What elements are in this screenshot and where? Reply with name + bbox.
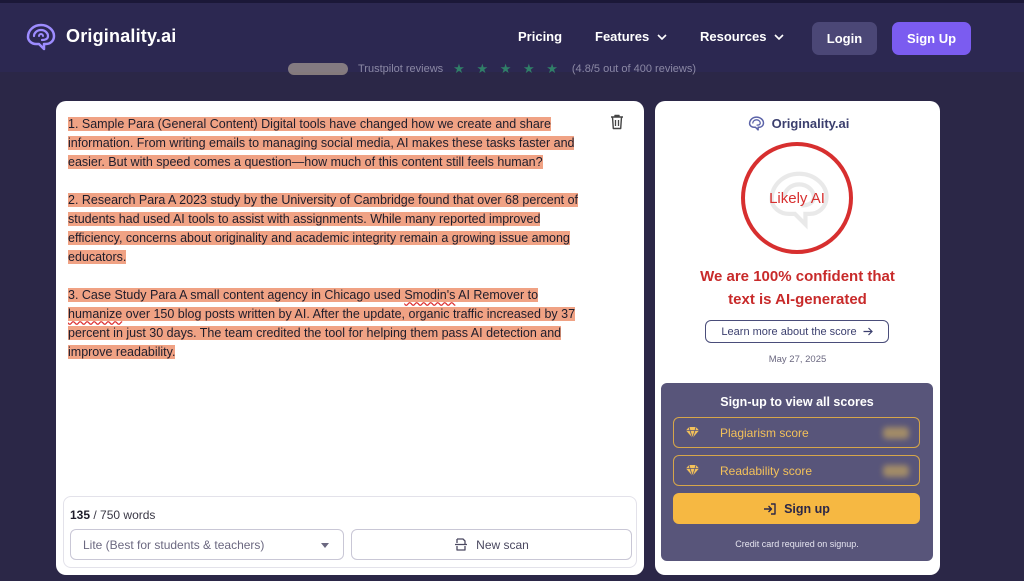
nav-resources-label: Resources: [700, 29, 767, 44]
upsell-signup-label: Sign up: [784, 501, 830, 516]
new-scan-label: New scan: [476, 537, 529, 552]
ai-highlight: 2. Research Para A 2023 study by the Uni…: [68, 193, 579, 264]
model-select[interactable]: Lite (Best for students & teachers): [70, 529, 344, 560]
trustpilot-label: Trustpilot reviews: [358, 63, 444, 75]
nav-pricing[interactable]: Pricing: [518, 29, 562, 44]
diamond-icon: [686, 464, 699, 477]
brand-logo[interactable]: Originality.ai: [22, 21, 177, 51]
reviewer-avatars: [288, 63, 348, 75]
plagiarism-score-row[interactable]: Plagiarism score: [673, 417, 920, 448]
plagiarism-score-label: Plagiarism score: [720, 425, 809, 440]
signup-button[interactable]: Sign Up: [892, 22, 971, 55]
paragraph: 1. Sample Para (General Content) Digital…: [68, 115, 580, 172]
learn-more-label: Learn more about the score: [721, 325, 857, 338]
ai-highlight: 3. Case Study Para A small content agenc…: [68, 288, 576, 359]
rating-stars-icon: ★ ★ ★ ★ ★: [453, 61, 562, 76]
nav-features[interactable]: Features: [595, 29, 667, 44]
chevron-down-icon: [774, 33, 785, 40]
signup-upsell-box: Sign-up to view all scores Plagiarism sc…: [661, 383, 933, 561]
model-select-value: Lite (Best for students & teachers): [83, 537, 265, 552]
blurred-score: [883, 465, 909, 477]
scan-date: May 27, 2025: [768, 354, 827, 365]
login-button[interactable]: Login: [812, 22, 877, 55]
text-input-area[interactable]: 1. Sample Para (General Content) Digital…: [68, 115, 580, 381]
word-count-limit: / 750 words: [93, 508, 156, 522]
brain-logo-icon: [26, 23, 56, 51]
readability-score-row[interactable]: Readability score: [673, 455, 920, 486]
arrow-right-icon: [863, 327, 873, 336]
word-count: 135 / 750 words: [70, 508, 155, 522]
text-segment: 3. Case Study Para A small content agenc…: [68, 288, 405, 302]
result-brand: Originality.ai: [655, 115, 940, 131]
learn-more-button[interactable]: Learn more about the score: [705, 320, 889, 343]
ai-highlight: 1. Sample Para (General Content) Digital…: [68, 117, 575, 169]
trustpilot-strip: Trustpilot reviews ★ ★ ★ ★ ★ (4.8/5 out …: [288, 60, 696, 78]
upsell-title: Sign-up to view all scores: [720, 395, 874, 409]
text-segment: AI Remover to: [455, 288, 539, 302]
nav-features-label: Features: [595, 29, 650, 44]
text-editor-panel: 1. Sample Para (General Content) Digital…: [56, 101, 644, 575]
ai-score-ring: Likely AI: [741, 142, 853, 254]
confidence-line-2: text is AI-generated: [728, 291, 867, 308]
word-count-value: 135: [70, 508, 91, 522]
brand-name: Originality.ai: [66, 25, 177, 46]
editor-footer: 135 / 750 words Lite (Best for students …: [63, 496, 637, 568]
text-segment: over 150 blog posts written by AI. After…: [68, 307, 576, 359]
confidence-text: We are 100% confident that text is AI-ge…: [655, 265, 940, 311]
score-label: Likely AI: [769, 189, 825, 207]
nav-pricing-label: Pricing: [518, 29, 563, 44]
upsell-signup-button[interactable]: Sign up: [673, 493, 920, 524]
brain-logo-icon: [748, 116, 764, 131]
trash-icon[interactable]: [610, 114, 624, 130]
result-panel: Originality.ai Likely AI We are 100% con…: [655, 101, 940, 575]
scan-icon: [455, 538, 468, 551]
diamond-icon: [686, 426, 699, 439]
blurred-score: [883, 427, 909, 439]
confidence-line-1: We are 100% confident that: [700, 268, 895, 285]
chevron-down-icon: [657, 33, 667, 40]
trustpilot-rating: (4.8/5 out of 400 reviews): [571, 63, 697, 75]
nav-resources[interactable]: Resources: [700, 29, 785, 44]
spellcheck-word: humanize: [68, 307, 123, 321]
login-arrow-icon: [764, 502, 776, 515]
new-scan-button[interactable]: New scan: [351, 529, 632, 560]
paragraph: 2. Research Para A 2023 study by the Uni…: [68, 191, 580, 267]
credit-card-note: Credit card required on signup.: [735, 539, 859, 549]
spellcheck-word: Smodin's: [404, 288, 456, 302]
paragraph: 3. Case Study Para A small content agenc…: [68, 286, 580, 362]
result-brand-name: Originality.ai: [771, 115, 850, 131]
caret-down-icon: [321, 543, 329, 548]
readability-score-label: Readability score: [720, 463, 813, 478]
